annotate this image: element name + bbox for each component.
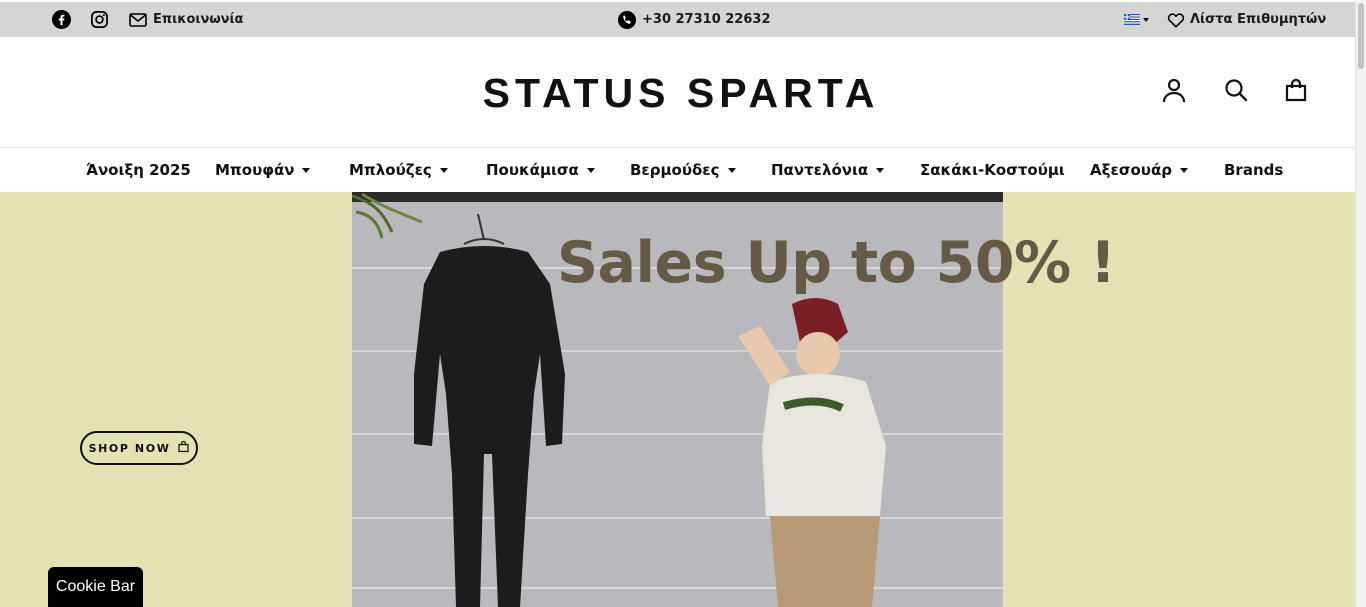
instagram-link[interactable] [90, 2, 109, 37]
nav-item-accessories[interactable]: Αξεσουάρ [1090, 148, 1188, 192]
language-selector[interactable] [1124, 2, 1149, 37]
site-header: STATUS SPARTA [0, 37, 1356, 148]
nav-label: Μπλούζες [349, 161, 432, 179]
caret-down-icon [302, 167, 311, 173]
scrollbar-thumb[interactable] [1358, 3, 1364, 69]
phone-number: +30 27310 22632 [642, 12, 771, 27]
nav-label: Βερμούδες [630, 161, 720, 179]
hero-banner[interactable]: Sales Up to 50% ! SHOP NOW [0, 192, 1356, 607]
heart-icon [1167, 12, 1185, 28]
shopping-bag-icon [178, 440, 190, 456]
nav-item-tshirts[interactable]: Μπλούζες [349, 148, 448, 192]
instagram-icon [90, 10, 109, 29]
nav-label: Αξεσουάρ [1090, 161, 1172, 179]
nav-item-shorts[interactable]: Βερμούδες [630, 148, 736, 192]
wishlist-link[interactable]: Λίστα Επιθυμητών [1167, 2, 1326, 37]
nav-item-spring-2025[interactable]: Άνοιξη 2025 [86, 148, 191, 192]
nav-label: Παντελόνια [771, 161, 869, 179]
photo-top-edge [352, 192, 1003, 202]
mail-icon [129, 12, 147, 27]
caret-down-icon [727, 167, 736, 173]
shop-now-label: SHOP NOW [88, 441, 171, 455]
page-scrollbar[interactable] [1355, 0, 1366, 607]
contact-link[interactable]: Επικοινωνία [129, 2, 243, 37]
nav-label: Πουκάμισα [486, 161, 579, 179]
nav-item-jackets[interactable]: Μπουφάν [215, 148, 311, 192]
nav-item-brands[interactable]: Brands [1224, 148, 1283, 192]
facebook-link[interactable] [52, 2, 71, 37]
cart-button[interactable] [1282, 78, 1310, 106]
nav-label: Σακάκι-Κοστούμι [920, 161, 1065, 179]
phone-link[interactable]: +30 27310 22632 [618, 2, 771, 37]
shopping-bag-icon [1285, 78, 1307, 106]
nav-item-trousers[interactable]: Παντελόνια [771, 148, 885, 192]
greek-flag-icon [1124, 14, 1140, 25]
man-figure [738, 298, 886, 607]
phone-icon [618, 10, 636, 29]
hero-headline: Sales Up to 50% ! [557, 230, 1116, 296]
facebook-icon [52, 10, 71, 29]
site-logo[interactable]: STATUS SPARTA [0, 70, 1362, 117]
search-button[interactable] [1222, 78, 1250, 106]
caret-down-icon [586, 167, 595, 173]
shop-now-button[interactable]: SHOP NOW [80, 431, 198, 465]
caret-down-icon [1179, 167, 1188, 173]
nav-label: Άνοιξη 2025 [86, 161, 191, 179]
nav-label: Brands [1224, 161, 1284, 179]
nav-item-suits[interactable]: Σακάκι-Κοστούμι [920, 148, 1065, 192]
main-nav: Άνοιξη 2025 Μπουφάν Μπλούζες Πουκάμισα Β… [0, 148, 1356, 192]
wishlist-label: Λίστα Επιθυμητών [1190, 12, 1327, 27]
chevron-down-icon [1143, 17, 1149, 22]
wetsuit-figure [414, 214, 565, 607]
contact-label: Επικοινωνία [153, 12, 244, 27]
account-button[interactable] [1160, 78, 1188, 106]
search-icon [1224, 78, 1248, 106]
caret-down-icon [876, 167, 885, 173]
user-icon [1162, 77, 1186, 107]
top-bar: Επικοινωνία +30 27310 22632 Λίστα Επιθυμ… [0, 2, 1356, 37]
nav-label: Μπουφάν [215, 161, 295, 179]
nav-item-shirts[interactable]: Πουκάμισα [486, 148, 595, 192]
cookie-bar-button[interactable]: Cookie Bar [48, 567, 143, 607]
caret-down-icon [439, 167, 448, 173]
